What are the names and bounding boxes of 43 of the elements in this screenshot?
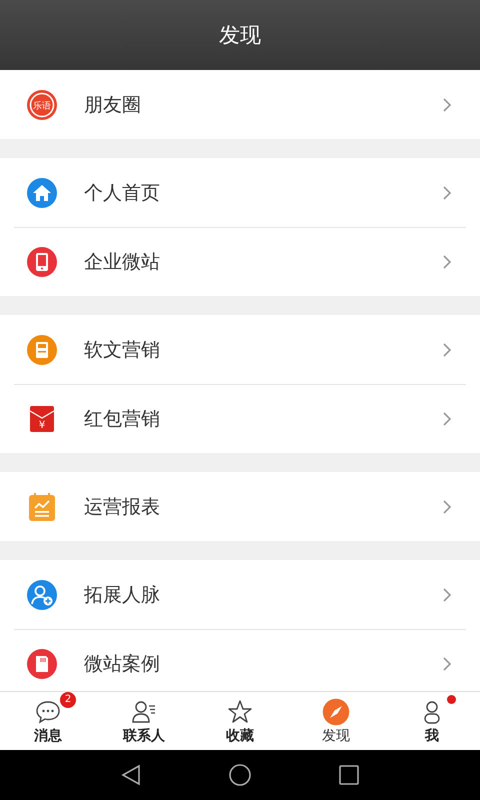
menu-label: 运营报表: [84, 494, 161, 520]
menu-label: 拓展人脉: [84, 582, 161, 608]
chevron-icon: [442, 184, 452, 200]
back-button[interactable]: [119, 763, 143, 787]
menu-label: 微站案例: [84, 652, 161, 676]
menu-label: 企业微站: [84, 250, 161, 274]
tab[interactable]: 联系人: [96, 692, 192, 750]
menu-item[interactable]: 软文营销: [0, 315, 480, 384]
chevron-icon: [442, 410, 452, 426]
menu-item[interactable]: 拓展人脉: [0, 560, 480, 629]
chevron-icon: [442, 96, 452, 112]
menu-label: 红包营销: [84, 406, 161, 432]
add-person-icon: [26, 578, 58, 610]
report-icon: [26, 490, 58, 522]
tab[interactable]: 发现: [288, 692, 384, 750]
menu-item[interactable]: 个人首页: [0, 158, 480, 227]
recent-apps-button[interactable]: [337, 763, 361, 787]
memory-card-icon: [26, 648, 58, 680]
menu-item[interactable]: ¥ 红包营销: [0, 384, 480, 453]
menu-label: 软文营销: [84, 338, 161, 362]
home-button[interactable]: [228, 763, 252, 787]
unread-badge: 2: [60, 692, 76, 708]
menu-item[interactable]: 乐语 朋友圈: [0, 70, 480, 139]
tablet-icon: [26, 246, 58, 278]
document-icon: [26, 334, 58, 366]
menu-item[interactable]: 微站案例: [0, 629, 480, 691]
chevron-icon: [442, 656, 452, 672]
tab[interactable]: 收藏: [192, 692, 288, 750]
logo-icon: 乐语: [26, 88, 58, 120]
tab[interactable]: 我: [384, 692, 480, 750]
chevron-icon: [442, 498, 452, 514]
star-icon: [226, 698, 254, 726]
menu-item[interactable]: 运营报表: [0, 472, 480, 541]
tab[interactable]: 2 消息: [0, 692, 96, 750]
chevron-icon: [442, 254, 452, 270]
menu-label: 朋友圈: [84, 92, 142, 118]
compass-icon: [322, 698, 350, 726]
chevron-icon: [442, 342, 452, 358]
menu-item[interactable]: 企业微站: [0, 227, 480, 296]
menu-label: 个人首页: [84, 180, 161, 206]
page-title: 发现: [219, 22, 261, 49]
chevron-icon: [442, 586, 452, 602]
home-icon: [26, 176, 58, 208]
